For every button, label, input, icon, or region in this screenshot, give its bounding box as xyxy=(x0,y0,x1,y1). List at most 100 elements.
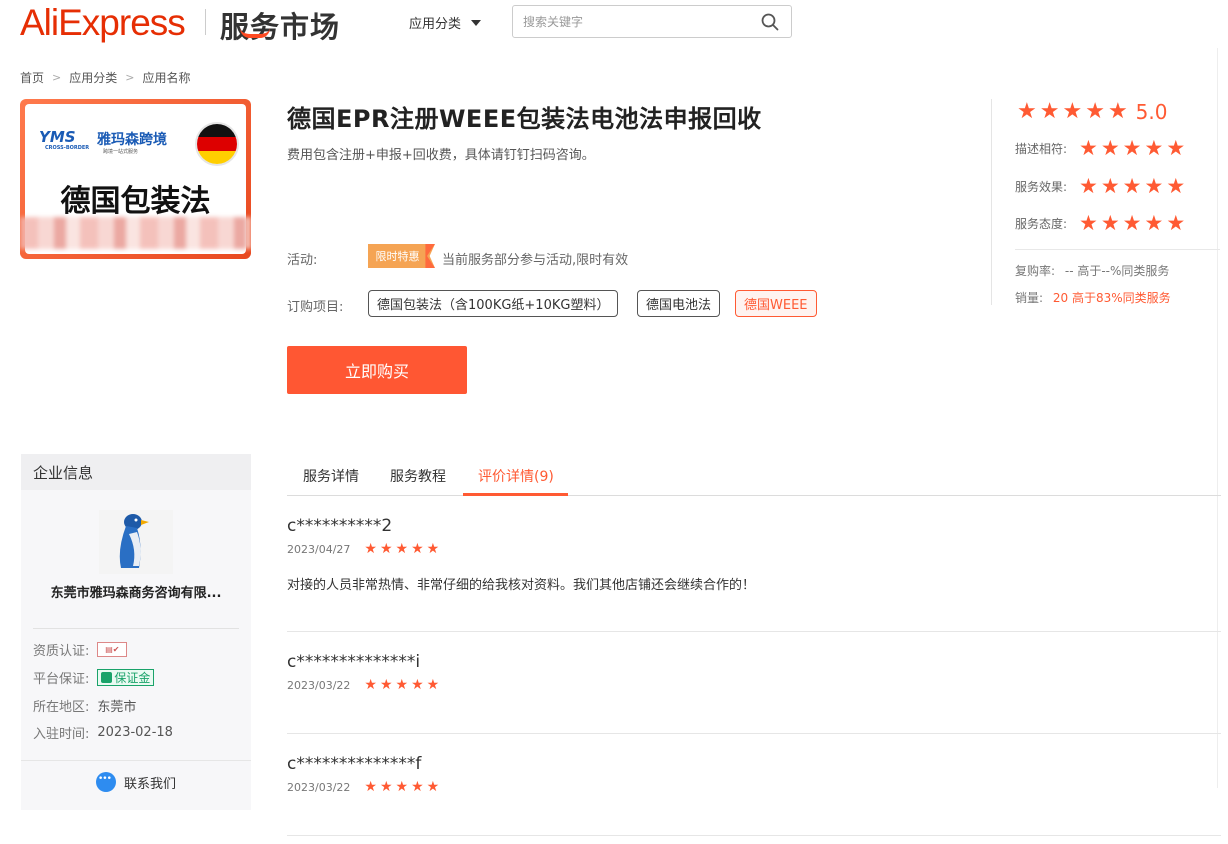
shield-icon xyxy=(101,672,113,683)
star-icon: ★ xyxy=(1079,211,1098,235)
overall-rating: ★ ★ ★ ★ ★ 5.0 xyxy=(1017,100,1167,124)
category-dropdown[interactable]: 应用分类 xyxy=(409,13,482,32)
germany-flag-icon xyxy=(195,122,239,166)
review-item: c**************i 2023/03/22 ★ ★ ★ ★ ★ xyxy=(287,652,1221,692)
review-stars: ★ ★ ★ ★ ★ xyxy=(364,678,439,692)
product-image: YMS CROSS-BORDER 雅玛森跨境 跨境一站式服务 德国包装法 xyxy=(20,99,251,259)
search-input[interactable] xyxy=(523,13,753,31)
company-name[interactable]: 东莞市雅玛森商务咨询有限... xyxy=(21,582,251,601)
rating-stars: ★ ★ ★ ★ ★ xyxy=(1079,213,1185,234)
activity-label: 活动: xyxy=(287,253,318,268)
overall-stars: ★ ★ ★ ★ ★ xyxy=(1017,101,1128,123)
activity-text: 当前服务部分参与活动,限时有效 xyxy=(442,253,629,268)
search-box[interactable] xyxy=(512,5,792,38)
star-icon: ★ xyxy=(395,541,409,557)
star-icon: ★ xyxy=(1166,211,1186,235)
star-icon: ★ xyxy=(1166,136,1186,160)
rating-row-attitude: 服务态度: ★ ★ ★ ★ ★ xyxy=(1015,213,1185,234)
star-icon: ★ xyxy=(379,779,393,795)
chevron-right-icon: > xyxy=(125,71,135,84)
sales-value: 20 高于83%同类服务 xyxy=(1052,291,1171,305)
company-card-footer-divider xyxy=(21,760,251,761)
yms-chinese-logo: 雅玛森跨境 xyxy=(97,132,167,148)
star-icon: ★ xyxy=(426,677,440,693)
repurchase-rate: 复购率: -- 高于--%同类服务 xyxy=(1015,262,1169,279)
aliexpress-logo[interactable]: AliExpress xyxy=(20,2,186,44)
rating-row-description: 描述相符: ★ ★ ★ ★ ★ xyxy=(1015,138,1185,159)
guarantee-badge[interactable]: 保证金 xyxy=(97,669,155,686)
rating-row-label: 服务效果: xyxy=(1015,180,1068,194)
breadcrumb-category[interactable]: 应用分类 xyxy=(69,69,117,86)
options-label: 订购项目: xyxy=(287,300,344,315)
review-user: c**************f xyxy=(287,754,422,774)
star-icon: ★ xyxy=(379,541,393,557)
review-user: c**************i xyxy=(287,652,421,672)
yms-logo: YMS xyxy=(39,128,76,146)
cert-row: 资质认证: ▤✔ xyxy=(33,640,128,659)
review-divider xyxy=(287,733,1221,734)
contact-us-label: 联系我们 xyxy=(123,776,176,792)
star-icon: ★ xyxy=(364,677,377,693)
star-icon: ★ xyxy=(1062,99,1083,124)
star-icon: ★ xyxy=(411,541,424,557)
contact-us-button[interactable]: 联系我们 xyxy=(21,772,251,792)
category-dropdown-label: 应用分类 xyxy=(409,17,462,32)
review-stars: ★ ★ ★ ★ ★ xyxy=(364,542,439,556)
region-label: 所在地区: xyxy=(33,700,90,715)
repurchase-value: -- 高于--%同类服务 xyxy=(1064,264,1170,278)
join-value: 2023-02-18 xyxy=(97,725,173,740)
star-icon: ★ xyxy=(1144,136,1164,160)
star-icon: ★ xyxy=(411,779,424,795)
rating-row-effect: 服务效果: ★ ★ ★ ★ ★ xyxy=(1015,176,1185,197)
service-market-logo[interactable]: 服务市场 xyxy=(220,4,340,46)
product-description: 费用包含注册+申报+回收费，具体请钉钉扫码咨询。 xyxy=(287,148,595,163)
rating-divider xyxy=(991,99,992,305)
star-icon: ★ xyxy=(395,677,409,693)
option-weee[interactable]: 德国WEEE xyxy=(735,290,817,317)
cert-label: 资质认证: xyxy=(33,644,90,659)
tab-reviews[interactable]: 评价详情(9) xyxy=(478,466,554,486)
region-row: 所在地区: 东莞市 xyxy=(33,696,136,715)
star-icon: ★ xyxy=(1144,211,1164,235)
detail-tabs: 服务详情 服务教程 评价详情(9) xyxy=(287,454,1221,496)
star-icon: ★ xyxy=(1079,174,1098,198)
star-icon: ★ xyxy=(1100,136,1120,160)
rating-row-label: 服务态度: xyxy=(1015,217,1068,231)
caret-down-icon xyxy=(471,19,482,26)
review-stars: ★ ★ ★ ★ ★ xyxy=(364,780,439,794)
active-tab-indicator xyxy=(463,493,568,496)
star-icon: ★ xyxy=(1144,174,1164,198)
rating-stars: ★ ★ ★ ★ ★ xyxy=(1079,176,1185,197)
chevron-right-icon: > xyxy=(52,71,62,84)
review-date: 2023/03/22 xyxy=(287,780,351,794)
search-icon[interactable] xyxy=(761,13,779,31)
review-meta: 2023/04/27 ★ ★ ★ ★ ★ xyxy=(287,542,1221,556)
license-icon[interactable]: ▤✔ xyxy=(97,642,128,657)
star-icon: ★ xyxy=(1107,99,1128,124)
rating-stars: ★ ★ ★ ★ ★ xyxy=(1079,138,1185,159)
star-icon: ★ xyxy=(426,779,440,795)
option-battery-law[interactable]: 德国电池法 xyxy=(637,290,721,317)
guarantee-row: 平台保证: 保证金 xyxy=(33,668,155,687)
company-card-divider xyxy=(33,628,239,629)
blurred-area xyxy=(20,217,251,249)
tab-service-details[interactable]: 服务详情 xyxy=(303,466,359,486)
star-icon: ★ xyxy=(1085,99,1105,124)
star-icon: ★ xyxy=(395,779,409,795)
company-card: 企业信息 东莞市雅玛森商务咨询有限... 资质认证: ▤✔ 平台保证: 保证金 xyxy=(21,454,251,810)
buy-now-button[interactable]: 立即购买 xyxy=(287,346,467,394)
tab-service-tutorial[interactable]: 服务教程 xyxy=(390,466,446,486)
star-icon: ★ xyxy=(379,677,393,693)
star-icon: ★ xyxy=(1039,99,1060,124)
review-date: 2023/03/22 xyxy=(287,678,351,692)
page: AliExpress 服务市场 应用分类 首页 > 应用分类 > 应用名称 YM… xyxy=(0,0,1228,844)
star-icon: ★ xyxy=(1122,174,1142,198)
sales-count: 销量: 20 高于83%同类服务 xyxy=(1015,289,1171,306)
star-icon: ★ xyxy=(1122,136,1142,160)
review-meta: 2023/03/22 ★ ★ ★ ★ ★ xyxy=(287,780,1221,794)
star-icon: ★ xyxy=(1079,136,1098,160)
option-packaging-law[interactable]: 德国包装法（含100KG纸+10KG塑料） xyxy=(368,290,619,317)
breadcrumb: 首页 > 应用分类 > 应用名称 xyxy=(20,69,190,86)
breadcrumb-home[interactable]: 首页 xyxy=(20,69,44,86)
repurchase-label: 复购率: xyxy=(1015,264,1056,278)
